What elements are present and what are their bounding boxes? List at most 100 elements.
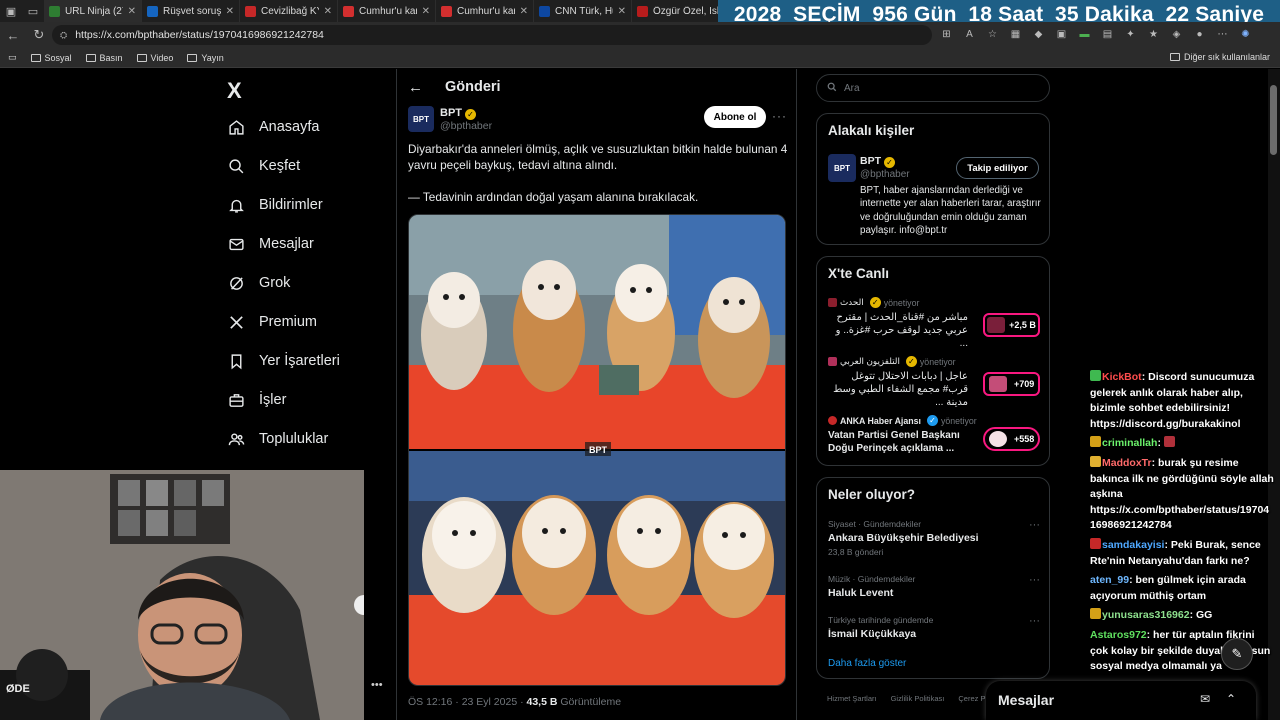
nav-item-premium[interactable]: Premium — [227, 307, 317, 337]
listener-count: +558 — [1014, 434, 1035, 444]
related-people-card: Alakalı kişiler BPT BPT ✓ @bpthaber Takip… — [816, 113, 1050, 245]
host-name: ANKA Haber Ajansı — [840, 415, 921, 426]
close-icon[interactable]: ✕ — [128, 6, 136, 17]
profile-avatar[interactable]: ● — [1191, 26, 1208, 43]
trend-item[interactable]: Siyaset · Gündemdekiler Ankara Büyükşehi… — [828, 519, 1040, 557]
more-icon[interactable]: ⋯ — [1214, 26, 1231, 43]
nav-item-grok[interactable]: Grok — [227, 268, 290, 298]
nav-item-messages[interactable]: Mesajlar — [227, 229, 314, 259]
browser-tab[interactable]: CNN Türk, Hürri ✕ — [534, 0, 632, 22]
shield-icon[interactable]: ◈ — [1168, 26, 1185, 43]
new-message-icon[interactable]: ✉ — [1200, 692, 1210, 706]
trend-title: Haluk Levent — [828, 587, 894, 599]
close-icon[interactable]: ✕ — [618, 6, 626, 17]
live-item[interactable]: التلفزيون العربي ✓ yönetiyor عاجل | دبابات… — [828, 356, 1040, 409]
folder-icon — [30, 53, 41, 62]
close-icon[interactable]: ✕ — [324, 6, 332, 17]
bookmarks-bar: ▭ Sosyal Basın Video Yayın Diğer sık kul… — [0, 48, 1280, 68]
chat-username: yunusaras316962 — [1102, 609, 1190, 622]
close-icon[interactable]: ✕ — [520, 6, 528, 17]
following-button[interactable]: Takip ediliyor — [956, 157, 1039, 179]
listener-count: +2,5 B — [1009, 320, 1036, 330]
more-options-icon[interactable]: ··· — [1029, 615, 1040, 627]
tab-favicon — [49, 5, 60, 17]
compose-icon[interactable]: ✎ — [1221, 638, 1253, 670]
more-options-icon[interactable]: ••• — [371, 679, 383, 691]
more-options-icon[interactable]: ··· — [772, 109, 787, 123]
chat-username: aten_99 — [1090, 574, 1130, 587]
browser-tab[interactable]: Cevizlibağ KYK ✕ — [240, 0, 338, 22]
browser-tab[interactable]: Cumhur'u karıştı ✕ — [436, 0, 534, 22]
favorite-star-icon[interactable]: ☆ — [984, 26, 1001, 43]
nav-item-jobs[interactable]: İşler — [227, 385, 286, 415]
extension-icon[interactable]: ▦ — [1007, 26, 1024, 43]
extension-icon[interactable]: ◆ — [1030, 26, 1047, 43]
split-screen-icon[interactable]: ⊞ — [938, 26, 955, 43]
footer-link[interactable]: Çerez P — [958, 694, 985, 703]
browser-tab[interactable]: Rüşvet soruştur ✕ — [142, 0, 240, 22]
related-handle[interactable]: @bpthaber — [860, 169, 910, 180]
host-name: الحدث — [840, 297, 864, 307]
bookmarks-menu-icon[interactable]: ▭ — [8, 52, 17, 63]
live-title: عاجل | دبابات الاحتلال تتوغل قرب# مجمع ا… — [833, 371, 968, 408]
tab-actions-icon[interactable]: ▭ — [22, 0, 44, 22]
messages-drawer[interactable]: Mesajlar ✉ ⌃ — [986, 681, 1256, 720]
footer-link[interactable]: Hizmet Şartları — [827, 694, 877, 703]
live-item[interactable]: ANKA Haber Ajansı ✓ yönetiyor Vatan Partis… — [828, 415, 1040, 455]
expand-icon[interactable]: ⌃ — [1226, 692, 1236, 706]
bookmark-folder[interactable]: Yayın — [187, 53, 224, 63]
related-name[interactable]: BPT ✓ — [860, 155, 895, 168]
footer-link[interactable]: Gizlilik Politikası — [891, 694, 945, 703]
tab-label: Özgür Özel, İsk — [653, 5, 722, 17]
live-item[interactable]: الحدث ✓ yönetiyor مباشر من #قناة_الحدث | م… — [828, 297, 1040, 350]
trend-item[interactable]: Türkiye tarihinde gündemde İsmail Küçükk… — [828, 615, 1040, 640]
tab-favicon — [441, 5, 452, 17]
other-bookmarks[interactable]: Diğer sık kullanılanlar — [1169, 52, 1270, 62]
host-role: yönetiyor — [940, 415, 977, 426]
copilot-icon[interactable]: ✺ — [1237, 26, 1254, 43]
trend-item[interactable]: Müzik · Gündemdekiler Haluk Levent ··· — [828, 574, 1040, 599]
search-input[interactable]: Ara — [816, 74, 1050, 102]
bookmark-folder[interactable]: Basın — [85, 53, 123, 63]
read-aloud-icon[interactable]: A — [961, 26, 978, 43]
favorites-icon[interactable]: ★ — [1145, 26, 1162, 43]
more-options-icon[interactable]: ··· — [1029, 574, 1040, 586]
trend-title: Ankara Büyükşehir Belediyesi — [828, 532, 979, 544]
nav-item-explore[interactable]: Keşfet — [227, 151, 300, 181]
close-icon[interactable]: ✕ — [226, 6, 234, 17]
workspaces-icon[interactable]: ▣ — [0, 0, 22, 22]
author-handle[interactable]: @bpthaber — [440, 120, 492, 132]
nav-item-communities[interactable]: Topluluklar — [227, 424, 328, 454]
post-time[interactable]: ÖS 12:16 · 23 Eyl 2025 · — [408, 696, 526, 708]
scrollbar-thumb[interactable] — [1270, 85, 1277, 155]
live-listeners-badge: +2,5 B — [983, 313, 1040, 337]
avatar[interactable]: BPT — [828, 154, 856, 182]
author-name[interactable]: BPT ✓ — [440, 107, 476, 120]
subscribe-button[interactable]: Abone ol — [704, 106, 766, 128]
back-arrow-icon[interactable]: ← — [408, 79, 423, 96]
url-input[interactable]: ⛭ https://x.com/bpthaber/status/19704169… — [52, 25, 932, 45]
back-icon[interactable]: ← — [0, 28, 26, 43]
extension-icon[interactable]: ▬ — [1076, 26, 1093, 43]
chat-message: KickBot: Discord sunucumuza gelerek anlı… — [1090, 370, 1255, 430]
post-image[interactable]: BPT — [408, 214, 786, 686]
x-logo-icon[interactable]: X — [227, 78, 242, 104]
nav-item-bookmarks[interactable]: Yer İşaretleri — [227, 346, 340, 376]
show-more-link[interactable]: Daha fazla göster — [828, 658, 906, 669]
browser-tab[interactable]: Özgür Özel, İsk — [632, 0, 730, 22]
related-bio: BPT, haber ajanslarından derlediği ve in… — [860, 185, 1041, 237]
bookmark-folder[interactable]: Video — [136, 53, 173, 63]
avatar[interactable]: BPT — [408, 106, 434, 132]
more-options-icon[interactable]: ··· — [1029, 519, 1040, 531]
extensions-puzzle-icon[interactable]: ✦ — [1122, 26, 1139, 43]
extension-icon[interactable]: ▣ — [1053, 26, 1070, 43]
nav-item-home[interactable]: Anasayfa — [227, 112, 319, 142]
browser-tab[interactable]: URL Ninja (27) ✕ — [44, 0, 142, 22]
tab-favicon — [245, 5, 256, 17]
reload-icon[interactable]: ↻ — [26, 27, 52, 43]
bookmark-folder[interactable]: Sosyal — [30, 53, 72, 63]
browser-tab[interactable]: Cumhur'u karıştı ✕ — [338, 0, 436, 22]
extension-icon[interactable]: ▤ — [1099, 26, 1116, 43]
close-icon[interactable]: ✕ — [422, 6, 430, 17]
nav-item-notifications[interactable]: Bildirimler — [227, 190, 323, 220]
